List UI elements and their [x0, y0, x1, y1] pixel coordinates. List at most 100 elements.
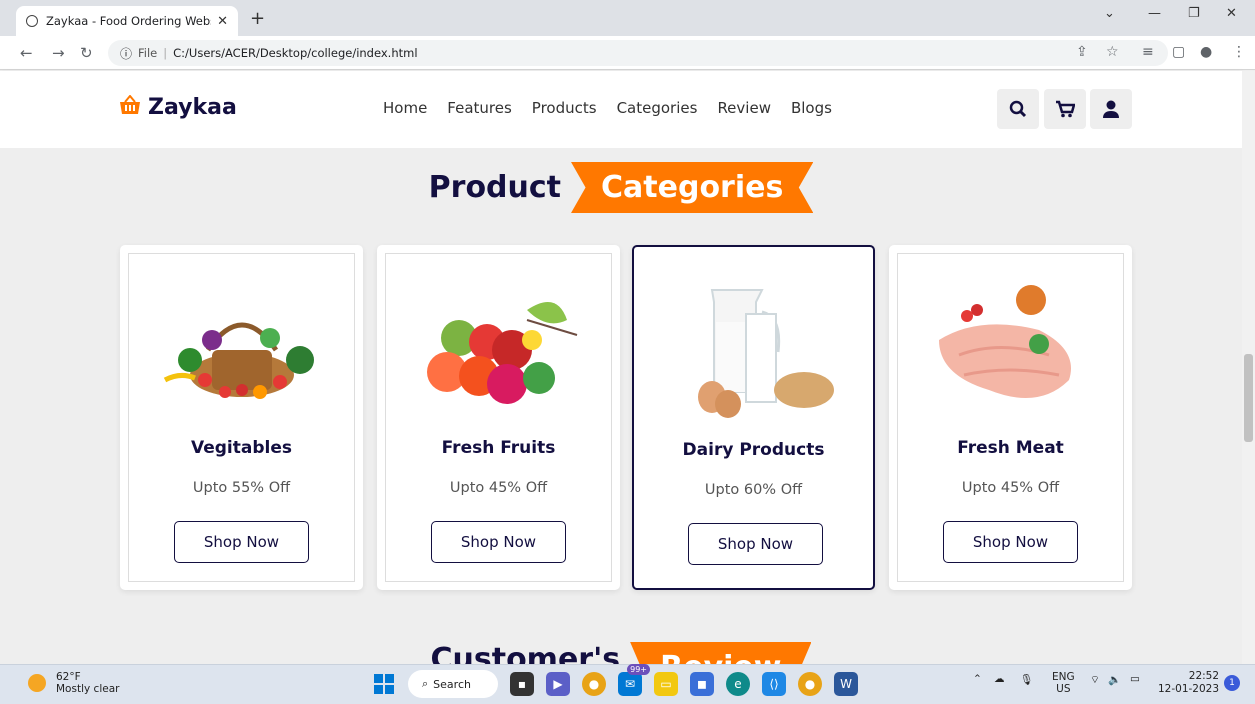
volume-icon[interactable]: 🔈	[1108, 673, 1121, 686]
user-button[interactable]	[1090, 89, 1132, 129]
site-header: Zaykaa Home Features Products Categories…	[0, 71, 1242, 148]
tab-close-icon[interactable]: ✕	[217, 14, 228, 29]
next-heading-part2: Review	[630, 642, 812, 664]
categories-section: Product Categories Vegitables Upto 55% O…	[0, 148, 1242, 664]
task-view-icon[interactable]: ▪	[510, 672, 534, 696]
section-heading: Product Categories	[0, 162, 1242, 213]
category-name: Dairy Products	[682, 440, 825, 460]
search-icon	[1009, 100, 1027, 118]
windows-start-icon[interactable]	[372, 672, 396, 696]
shop-now-button[interactable]: Shop Now	[174, 521, 309, 563]
battery-icon[interactable]: ▭	[1130, 673, 1140, 685]
forward-icon[interactable]: →	[52, 44, 65, 62]
language-indicator[interactable]: ENG US	[1052, 671, 1075, 695]
category-name: Fresh Fruits	[441, 438, 556, 458]
chrome-icon[interactable]: ●	[582, 672, 606, 696]
share-icon[interactable]: ⇪	[1076, 44, 1088, 60]
mic-icon[interactable]: 🎙	[1020, 673, 1033, 686]
word-icon[interactable]: W	[834, 672, 858, 696]
meat-image	[939, 285, 1071, 398]
chrome-active-icon[interactable]: ●	[798, 672, 822, 696]
weather-temp: 62°F	[56, 671, 81, 683]
next-section-heading: Customer's Review	[0, 642, 1242, 664]
minimize-icon[interactable]: —	[1148, 6, 1161, 21]
basket-icon	[118, 94, 142, 120]
category-name: Vegitables	[191, 438, 292, 458]
media-icon[interactable]: ◼	[690, 672, 714, 696]
nav-blogs[interactable]: Blogs	[791, 99, 832, 117]
lang-text: ENG	[1052, 671, 1075, 683]
reading-list-icon[interactable]: ≡	[1142, 44, 1154, 60]
shop-now-button[interactable]: Shop Now	[431, 521, 566, 563]
reload-icon[interactable]: ↻	[80, 44, 93, 62]
clock-date: 12-01-2023	[1158, 683, 1220, 695]
site-logo[interactable]: Zaykaa	[118, 94, 237, 120]
taskbar-apps: ⌕ Search ▪ ▶ ● ✉ 99+ ▭ ◼ e ⟨⟩ ● W	[372, 664, 858, 698]
side-panel-icon[interactable]: ▢	[1172, 44, 1185, 60]
nav-review[interactable]: Review	[717, 99, 771, 117]
url-separator: |	[163, 46, 168, 60]
category-card: Fresh Meat Upto 45% Off Shop Now	[889, 245, 1132, 590]
next-heading-part1: Customer's	[430, 642, 621, 664]
nav-features[interactable]: Features	[447, 99, 512, 117]
tab-title: Zaykaa - Food Ordering Website	[46, 14, 211, 28]
page-scrollbar[interactable]	[1242, 71, 1255, 664]
category-card-active: Dairy Products Upto 60% Off Shop Now	[632, 245, 875, 590]
search-icon: ⌕	[422, 677, 429, 690]
category-offer: Upto 55% Off	[192, 480, 291, 496]
bookmark-star-icon[interactable]: ☆	[1106, 44, 1119, 60]
taskbar-search-label: Search	[433, 677, 471, 691]
browser-tab[interactable]: Zaykaa - Food Ordering Website ✕	[16, 6, 238, 36]
file-explorer-icon[interactable]: ▭	[654, 672, 678, 696]
tab-search-chevron-icon[interactable]: ⌄	[1104, 6, 1115, 21]
vscode-icon[interactable]: ⟨⟩	[762, 672, 786, 696]
category-offer: Upto 45% Off	[449, 480, 548, 496]
clock[interactable]: 22:52 12-01-2023	[1158, 670, 1219, 696]
shop-now-button[interactable]: Shop Now	[943, 521, 1078, 563]
cart-button[interactable]	[1044, 89, 1086, 129]
chat-icon[interactable]: ▶	[546, 672, 570, 696]
browser-menu-icon[interactable]: ⋮	[1232, 44, 1246, 60]
tray-chevron-icon[interactable]: ⌃	[973, 673, 982, 685]
back-icon[interactable]: ←	[20, 44, 33, 62]
edge-icon[interactable]: e	[726, 672, 750, 696]
nav-products[interactable]: Products	[532, 99, 597, 117]
search-button[interactable]	[997, 89, 1039, 129]
info-icon: ⓘ	[120, 46, 133, 61]
logo-text: Zaykaa	[148, 95, 237, 120]
close-window-icon[interactable]: ✕	[1226, 6, 1237, 21]
category-card: Fresh Fruits Upto 45% Off Shop Now	[377, 245, 620, 590]
user-icon	[1103, 100, 1119, 118]
category-offer: Upto 60% Off	[704, 482, 803, 498]
category-offer: Upto 45% Off	[961, 480, 1060, 496]
shop-now-button[interactable]: Shop Now	[688, 523, 823, 565]
scrollbar-thumb[interactable]	[1244, 354, 1253, 442]
weather-widget[interactable]: 62°F Mostly clear	[28, 671, 119, 695]
heading-part1: Product	[428, 170, 562, 205]
globe-icon	[26, 15, 38, 27]
dairy-image	[698, 289, 834, 418]
category-card: Vegitables Upto 55% Off Shop Now	[120, 245, 363, 590]
restore-icon[interactable]: ❐	[1188, 6, 1200, 21]
taskbar-search[interactable]: ⌕ Search	[408, 670, 498, 698]
nav-home[interactable]: Home	[383, 99, 427, 117]
vegetable-basket-image	[163, 322, 314, 399]
url-field[interactable]: ⓘ File | C:/Users/ACER/Desktop/college/i…	[108, 40, 1168, 66]
url-text: C:/Users/ACER/Desktop/college/index.html	[173, 46, 418, 60]
fruits-image	[427, 302, 578, 404]
nav-categories[interactable]: Categories	[617, 99, 698, 117]
notification-badge[interactable]: 1	[1224, 675, 1240, 691]
cart-icon	[1056, 100, 1075, 118]
wifi-icon[interactable]: ⌔	[1090, 673, 1100, 687]
clock-time: 22:52	[1188, 670, 1220, 682]
weather-desc: Mostly clear	[56, 683, 120, 695]
moon-icon	[28, 674, 46, 692]
new-tab-button[interactable]: +	[250, 8, 265, 29]
mail-icon[interactable]: ✉ 99+	[618, 664, 650, 696]
taskbar: 62°F Mostly clear ⌕ Search ▪ ▶ ● ✉ 99+ ▭ …	[0, 664, 1255, 704]
main-nav: Home Features Products Categories Review…	[383, 99, 852, 117]
mail-badge: 99+	[627, 664, 650, 675]
profile-icon[interactable]: ●	[1200, 44, 1212, 60]
onedrive-icon[interactable]: ☁	[994, 673, 1005, 685]
region-text: US	[1056, 683, 1071, 695]
